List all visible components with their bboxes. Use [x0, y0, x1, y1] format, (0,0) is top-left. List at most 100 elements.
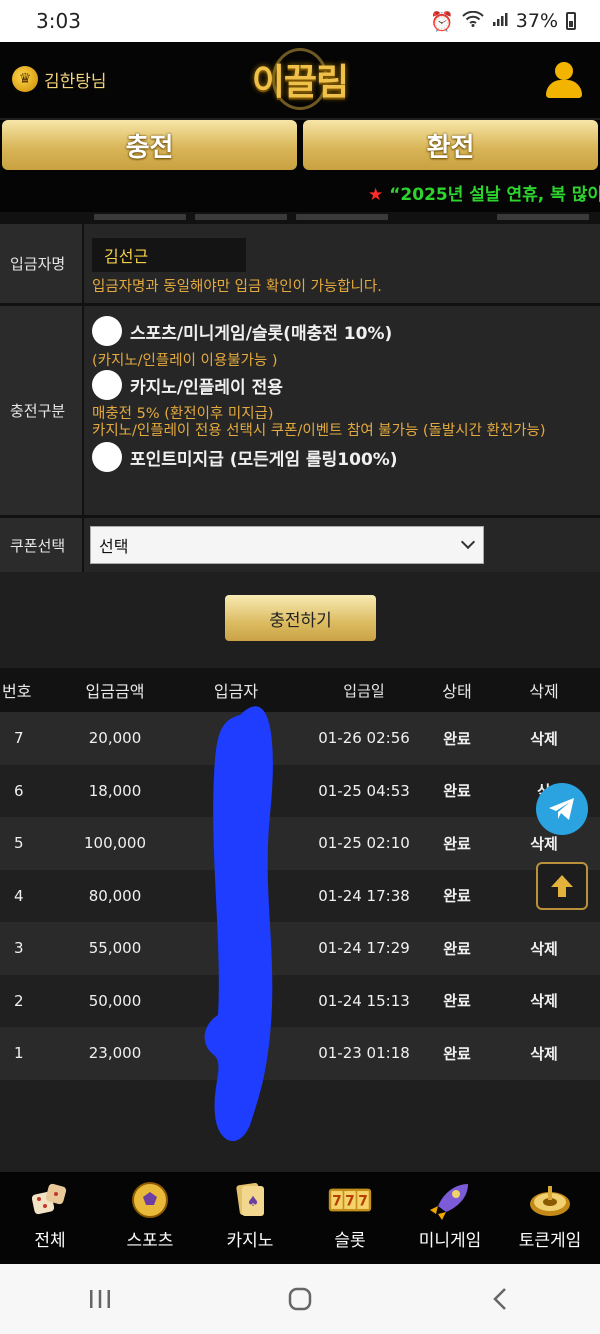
- cell-amount: 80,000: [88, 886, 142, 905]
- android-nav-bar: [0, 1264, 600, 1334]
- depositor-label: 입금자명: [0, 224, 84, 303]
- option-casino-label: 카지노/인플레이 전용: [130, 377, 283, 398]
- notice-text: “2025년 설날 연휴, 복 많이: [389, 185, 600, 205]
- charge-form: 입금자명 김선근 입금자명과 동일해야만 입금 확인이 가능합니다. 충전구분 …: [0, 224, 600, 572]
- tab-exchange[interactable]: 환전: [303, 120, 598, 170]
- status-time: 3:03: [36, 9, 81, 33]
- cell-no: 5: [14, 834, 24, 853]
- cell-amount: 55,000: [88, 939, 142, 958]
- redaction-scribble: [204, 706, 273, 1142]
- cell-amount: 20,000: [88, 729, 142, 748]
- cell-no: 3: [14, 939, 24, 958]
- telegram-icon: [549, 798, 574, 820]
- status-bar: 3:03 ⏰ 37%: [0, 0, 600, 42]
- cell-status: 완료: [443, 887, 471, 906]
- header-delete: 삭제: [529, 682, 559, 701]
- tab-charge[interactable]: 충전: [2, 120, 297, 170]
- telegram-button[interactable]: [536, 783, 588, 835]
- depositor-note: 입금자명과 동일해야만 입금 확인이 가능합니다.: [92, 279, 382, 295]
- notice-marquee: ★ “2025년 설날 연휴, 복 많이: [0, 172, 600, 212]
- cell-status: 완료: [443, 939, 471, 958]
- cell-status: 완료: [443, 1044, 471, 1063]
- radio-sports[interactable]: [92, 316, 122, 346]
- delete-button[interactable]: 삭제: [488, 1043, 600, 1064]
- rocket-icon: [428, 1180, 472, 1220]
- cell-status: 완료: [443, 782, 471, 801]
- slot-777-icon: 777: [328, 1180, 372, 1220]
- option-casino-note: 매충전 5% (환전이후 미지급) 카지노/인플레이 전용 선택시 쿠폰/이벤트…: [92, 406, 546, 439]
- nav-sports[interactable]: 스포츠: [100, 1172, 200, 1264]
- wifi-icon: [462, 10, 484, 32]
- nav-sports-label: 스포츠: [126, 1231, 174, 1251]
- nav-token-game[interactable]: 토큰게임: [500, 1172, 600, 1264]
- svg-text:7: 7: [332, 1194, 342, 1210]
- svg-text:7: 7: [345, 1194, 355, 1210]
- table-row: 3 55,000 01-24 17:29 완료 삭제: [0, 922, 600, 975]
- table-row: 2 50,000 01-24 15:13 완료 삭제: [0, 974, 600, 1027]
- charge-submit-button[interactable]: 충전하기: [225, 595, 376, 641]
- cell-date: 01-25 04:53: [318, 781, 410, 800]
- option-sports[interactable]: 스포츠/미니게임/슬롯(매충전 10%): [92, 316, 592, 346]
- charge-type-row: 충전구분 스포츠/미니게임/슬롯(매충전 10%) (카지노/인플레이 이용불가…: [0, 306, 600, 518]
- svg-text:7: 7: [358, 1194, 368, 1210]
- radio-casino[interactable]: [92, 370, 122, 400]
- roulette-icon: [528, 1180, 572, 1220]
- battery-text: 37%: [515, 10, 558, 32]
- table-body: 7 20,000 01-26 02:56 완료 삭제 6 18,000 01-2…: [0, 712, 600, 1080]
- battery-icon: [566, 12, 576, 30]
- bottom-nav: 전체 스포츠 ♠ 카지노 777 슬롯 미니게임 토큰게임: [0, 1172, 600, 1264]
- delete-button[interactable]: 삭제: [488, 728, 600, 749]
- nav-minigame[interactable]: 미니게임: [400, 1172, 500, 1264]
- charge-type-label: 충전구분: [0, 306, 84, 515]
- main-tabs: 충전 환전: [0, 120, 600, 172]
- delete-button[interactable]: 삭제: [488, 938, 600, 959]
- delete-button[interactable]: 삭제: [488, 833, 600, 854]
- scroll-to-top-button[interactable]: [536, 862, 588, 910]
- cell-no: 7: [14, 729, 24, 748]
- profile-icon[interactable]: [546, 62, 582, 100]
- back-icon[interactable]: [470, 1279, 530, 1319]
- username: 김한탕님: [44, 71, 107, 92]
- cell-no: 4: [14, 886, 24, 905]
- cell-amount: 18,000: [88, 781, 142, 800]
- header-amount: 입금금액: [85, 682, 145, 701]
- table-row: 5 100,000 01-25 02:10 완료 삭제: [0, 817, 600, 870]
- star-icon: ★: [368, 185, 384, 205]
- nav-casino[interactable]: ♠ 카지노: [200, 1172, 300, 1264]
- option-no-point[interactable]: 포인트미지급 (모든게임 롤링100%): [92, 442, 592, 472]
- cell-amount: 50,000: [88, 991, 142, 1010]
- table-header: 번호 입금금액 입금자 입금일 상태 삭제: [0, 668, 600, 712]
- home-icon[interactable]: [270, 1279, 330, 1319]
- cell-amount: 100,000: [83, 834, 147, 853]
- nav-all[interactable]: 전체: [0, 1172, 100, 1264]
- option-sports-note: (카지노/인플레이 이용불가능 ): [92, 353, 278, 369]
- cell-date: 01-24 15:13: [318, 991, 410, 1010]
- nav-minigame-label: 미니게임: [418, 1231, 482, 1251]
- logo[interactable]: 이끌림: [250, 48, 350, 110]
- cell-date: 01-23 01:18: [318, 1044, 410, 1063]
- coupon-select[interactable]: 선택: [90, 526, 484, 564]
- delete-button[interactable]: 삭제: [488, 990, 600, 1011]
- crown-icon: ♛: [12, 66, 38, 92]
- nav-slot-label: 슬롯: [334, 1231, 366, 1251]
- cards-icon: ♠: [228, 1180, 272, 1220]
- cell-date: 01-25 02:10: [318, 834, 410, 853]
- cell-status: 완료: [443, 992, 471, 1011]
- table-row: 7 20,000 01-26 02:56 완료 삭제: [0, 712, 600, 765]
- table-row: 6 18,000 01-25 04:53 완료 삭: [0, 764, 600, 817]
- option-casino[interactable]: 카지노/인플레이 전용: [92, 370, 592, 400]
- coupon-row: 쿠폰선택 선택: [0, 518, 600, 572]
- nav-slot[interactable]: 777 슬롯: [300, 1172, 400, 1264]
- user-info[interactable]: ♛ 김한탕님: [12, 66, 107, 92]
- depositor-field[interactable]: 김선근: [92, 238, 246, 272]
- header-no: 번호: [2, 682, 32, 701]
- app-header: ♛ 김한탕님 이끌림: [0, 42, 600, 118]
- signal-icon: [492, 10, 508, 32]
- table-row: 1 23,000 01-23 01:18 완료 삭제: [0, 1027, 600, 1080]
- nav-casino-label: 카지노: [226, 1231, 274, 1251]
- cell-date: 01-24 17:38: [318, 886, 410, 905]
- option-no-point-label: 포인트미지급 (모든게임 롤링100%): [130, 449, 398, 470]
- radio-no-point[interactable]: [92, 442, 122, 472]
- status-icons: ⏰ 37%: [430, 10, 576, 33]
- recent-apps-icon[interactable]: [70, 1279, 130, 1319]
